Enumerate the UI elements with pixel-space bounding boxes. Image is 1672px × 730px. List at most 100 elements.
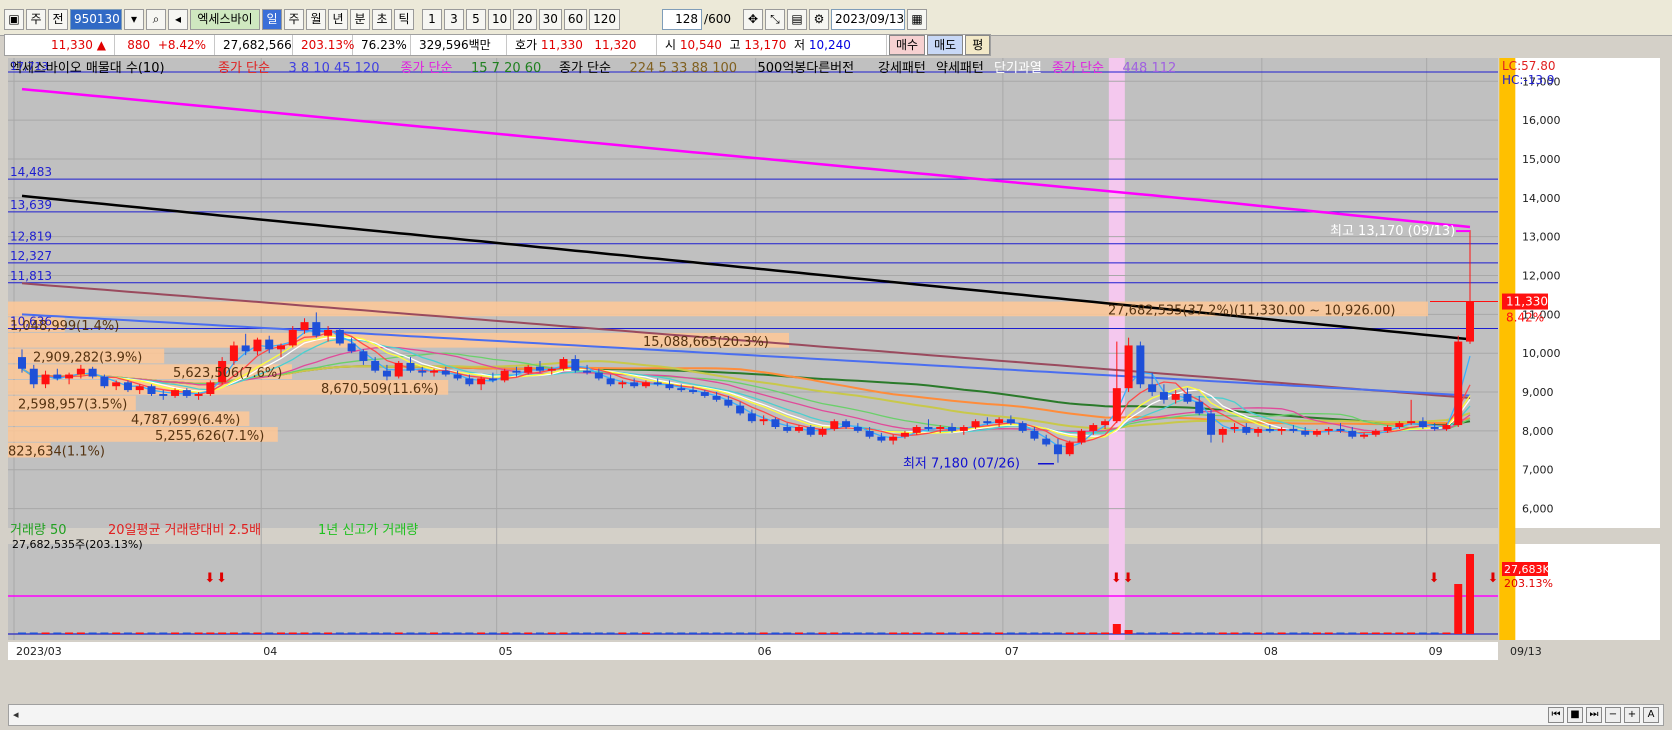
candle-body [1230, 427, 1239, 429]
candle-body [1442, 425, 1451, 429]
legend-ma1: 종가 단순 [218, 61, 270, 76]
avg-button[interactable]: 평 [965, 35, 991, 55]
ask-price: 11,330 [540, 38, 583, 52]
candle-body [1454, 341, 1463, 426]
sound-icon[interactable]: ◂ [168, 8, 188, 30]
period-tab[interactable]: 분 [350, 8, 370, 30]
y-tick-label: 12,000 [1522, 270, 1561, 283]
search-icon[interactable]: ⌕ [146, 8, 166, 30]
draw-icon[interactable]: ⤡ [764, 8, 785, 30]
interval-button[interactable]: 5 [466, 8, 486, 30]
interval-button[interactable]: 60 [563, 8, 588, 30]
low-annotation: 최저 7,180 (07/26) [903, 457, 1020, 472]
volume-bar [618, 632, 627, 634]
volume-bar [959, 632, 968, 634]
candle-body [171, 390, 180, 396]
buy-button[interactable]: 매수 [889, 35, 926, 55]
interval-button[interactable]: 1 [422, 8, 442, 30]
count-input[interactable]: 128 [662, 8, 703, 30]
volume-bar [394, 632, 403, 634]
price-chart[interactable]: 6,0007,0008,0009,00010,00011,00012,00013… [8, 58, 1664, 704]
volume-bar [500, 632, 509, 634]
period-tab[interactable]: 주 [284, 8, 304, 30]
gear-icon[interactable]: ⚙ [808, 8, 829, 30]
volume-bar [453, 632, 462, 634]
interval-button[interactable]: 3 [444, 8, 464, 30]
layout-icon[interactable]: ▣ [4, 8, 24, 30]
scroll-bar[interactable]: ◂ ⏮ ■ ⏭ − + A [8, 704, 1664, 726]
volume-bar [265, 632, 274, 634]
date-input[interactable]: 2023/09/13 [830, 8, 905, 30]
volume-bar [312, 632, 321, 634]
volume-legend-title: 거래량 50 [10, 523, 67, 538]
candle-body [1018, 423, 1027, 431]
period-tab[interactable]: 틱 [394, 8, 414, 30]
volume-bar [1030, 632, 1039, 634]
candle-body [1207, 413, 1216, 435]
candle-body [382, 370, 391, 377]
candle-body [1053, 444, 1062, 455]
stock-name-field[interactable]: 엑세스바이 [190, 8, 260, 30]
zoom-out-icon[interactable]: − [1605, 707, 1621, 723]
volume-bar [818, 632, 827, 634]
prev-button[interactable]: 전 [48, 8, 68, 30]
volume-bar [1006, 632, 1015, 634]
volume-bar [218, 632, 227, 634]
period-tab[interactable]: 일 [262, 8, 282, 30]
interval-button[interactable]: 30 [538, 8, 562, 30]
main-button[interactable]: 주 [26, 8, 46, 30]
volume-bar [1407, 632, 1416, 634]
candle-body [995, 419, 1004, 424]
volume-bar [1077, 632, 1086, 634]
candle-body [677, 388, 686, 391]
period-tab[interactable]: 초 [372, 8, 392, 30]
interval-button[interactable]: 20 [513, 8, 537, 30]
change-value: 880 [127, 38, 151, 52]
highlight-band-current [1499, 58, 1516, 640]
candle-body [394, 362, 403, 377]
candle-body [665, 384, 674, 389]
volume-bar [147, 632, 156, 634]
y-tick-label: 16,000 [1522, 114, 1561, 127]
interval-button[interactable]: 120 [589, 8, 621, 30]
volume-profile-label: 5,623,506(7.6%) [173, 366, 282, 381]
volume-profile-label: 823,634(1.1%) [8, 445, 105, 460]
crosshair-icon[interactable]: ✥ [742, 8, 763, 30]
candle-body [324, 329, 333, 336]
legend-ma2-periods: 15 7 20 60 [471, 61, 541, 76]
candle-body [547, 368, 556, 371]
turnover: 76.23% [353, 35, 411, 55]
candle-body [559, 359, 568, 369]
volume-badge-value: 27,683K [1504, 563, 1550, 576]
period-tab[interactable]: 년 [328, 8, 348, 30]
volume-bar [900, 632, 909, 634]
volume-bar [1053, 632, 1062, 634]
volume-signal-arrow-icon: ⬇ [1111, 571, 1122, 586]
volume-bar [406, 632, 415, 634]
legend-extra2: 강세패턴 [878, 61, 926, 76]
sell-button[interactable]: 매도 [927, 35, 964, 55]
stock-code-input[interactable]: 950130 [70, 8, 122, 30]
scroll-left-icon[interactable]: ◂ [13, 708, 19, 721]
y-tick-label: 7,000 [1522, 464, 1554, 477]
first-icon[interactable]: ⏮ [1548, 707, 1564, 723]
chart-area[interactable]: 6,000 7,000 8,000 9,000 10,000 11,000 12,000 13… [8, 58, 1664, 704]
zoom-in-icon[interactable]: + [1624, 707, 1640, 723]
candle-body [159, 393, 168, 396]
volume-badge-pct: 203.13% [1504, 577, 1553, 590]
last-icon[interactable]: ⏭ [1586, 707, 1602, 723]
dropdown-icon[interactable]: ▾ [124, 8, 144, 30]
volume-bar [382, 632, 391, 634]
save-icon[interactable]: ▤ [786, 8, 807, 30]
volume-signal-arrow-icon: ⬇ [216, 571, 227, 586]
volume-bar [1371, 632, 1380, 634]
period-tab[interactable]: 월 [306, 8, 326, 30]
calendar-icon[interactable]: ▦ [906, 8, 927, 30]
stop-icon[interactable]: ■ [1567, 707, 1583, 723]
interval-button[interactable]: 10 [488, 8, 512, 30]
candle-body [924, 427, 933, 429]
low-price: 10,240 [808, 38, 851, 52]
quote-bar: 11,330 ▲ 880 +8.42% 27,682,566 203.13% 7… [4, 34, 992, 56]
candle-body [853, 427, 862, 431]
font-icon[interactable]: A [1643, 707, 1659, 723]
